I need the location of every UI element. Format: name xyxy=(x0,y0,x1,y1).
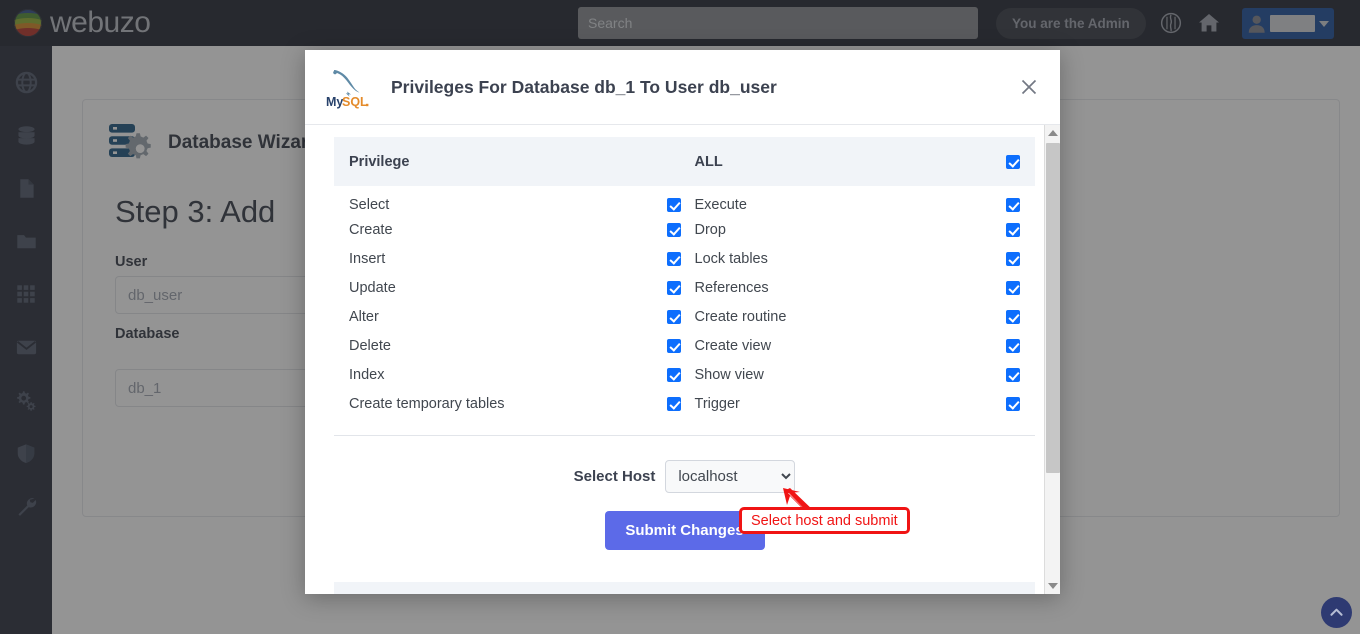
privilege-label-right: Create view xyxy=(695,331,975,360)
privileges-modal: My SQL Privileges For Database db_1 To U… xyxy=(305,50,1060,594)
privilege-label-left: Select xyxy=(334,186,654,215)
privilege-checkbox-left[interactable] xyxy=(667,281,681,295)
divider xyxy=(334,435,1035,436)
scrollbar-thumb[interactable] xyxy=(1046,143,1060,473)
privilege-checkbox-left[interactable] xyxy=(667,368,681,382)
privilege-checkbox-right-cell xyxy=(975,302,1035,331)
privilege-checkbox-right[interactable] xyxy=(1006,281,1020,295)
col-options: Options xyxy=(965,593,1020,594)
table-row: Create temporary tables Trigger xyxy=(334,389,1035,418)
host-select[interactable]: localhost xyxy=(665,460,795,493)
privilege-label-left: Create temporary tables xyxy=(334,389,654,418)
privilege-checkbox-right-cell xyxy=(975,244,1035,273)
mysql-dolphin-logo: My SQL xyxy=(325,64,373,110)
scroll-to-top-button[interactable] xyxy=(1321,597,1352,628)
privilege-checkbox-left-cell xyxy=(654,273,694,302)
privilege-label-right: Drop xyxy=(695,215,975,244)
close-icon[interactable] xyxy=(1016,74,1042,100)
modal-scrollbar[interactable] xyxy=(1044,125,1060,594)
privilege-label-right: Show view xyxy=(695,360,975,389)
privilege-checkbox-right[interactable] xyxy=(1006,223,1020,237)
chevron-up-icon xyxy=(1329,605,1344,620)
modal-title: Privileges For Database db_1 To User db_… xyxy=(391,77,777,98)
privilege-checkbox-right[interactable] xyxy=(1006,339,1020,353)
privilege-checkbox-left[interactable] xyxy=(667,339,681,353)
table-row: Select Execute xyxy=(334,186,1035,215)
table-row: Insert Lock tables xyxy=(334,244,1035,273)
privilege-checkbox-right[interactable] xyxy=(1006,397,1020,411)
privilege-checkbox-left[interactable] xyxy=(667,252,681,266)
privilege-checkbox-right-cell xyxy=(975,186,1035,215)
table-row: Update References xyxy=(334,273,1035,302)
col-spacer xyxy=(654,137,694,186)
privilege-checkbox-right-cell xyxy=(975,389,1035,418)
col-privilege: Privilege xyxy=(334,137,654,186)
privilege-checkbox-right-cell xyxy=(975,360,1035,389)
privilege-checkbox-left-cell xyxy=(654,244,694,273)
privilege-checkbox-left[interactable] xyxy=(667,198,681,212)
privilege-label-left: Alter xyxy=(334,302,654,331)
privilege-checkbox-left-cell xyxy=(654,389,694,418)
modal-header: My SQL Privileges For Database db_1 To U… xyxy=(305,50,1060,125)
annotation-callout: Select host and submit xyxy=(739,507,910,534)
privilege-checkbox-right[interactable] xyxy=(1006,252,1020,266)
privilege-label-right: References xyxy=(695,273,975,302)
privilege-checkbox-left-cell xyxy=(654,331,694,360)
svg-text:My: My xyxy=(326,95,343,109)
table-row: Create Drop xyxy=(334,215,1035,244)
table-row: Index Show view xyxy=(334,360,1035,389)
privilege-label-right: Create routine xyxy=(695,302,975,331)
select-host-label: Select Host xyxy=(574,468,656,485)
privilege-label-right: Trigger xyxy=(695,389,975,418)
privilege-label-left: Create xyxy=(334,215,654,244)
privilege-checkbox-right-cell xyxy=(975,273,1035,302)
modal-body: Privilege ALL SelectExecuteCreateDropIns… xyxy=(305,125,1060,594)
access-host-table-header: Access Host Options xyxy=(334,582,1035,594)
privilege-checkbox-left-cell xyxy=(654,215,694,244)
privilege-checkbox-left[interactable] xyxy=(667,397,681,411)
table-header-row: Privilege ALL xyxy=(334,137,1035,186)
scroll-up-arrow-icon[interactable] xyxy=(1045,125,1060,141)
submit-row: Submit Changes xyxy=(334,511,1035,550)
scroll-down-arrow-icon[interactable] xyxy=(1045,578,1060,594)
privilege-checkbox-right[interactable] xyxy=(1006,368,1020,382)
host-selection-row: Select Host localhost xyxy=(334,460,1035,493)
privilege-checkbox-right-cell xyxy=(975,331,1035,360)
privileges-table: Privilege ALL SelectExecuteCreateDropIns… xyxy=(334,137,1035,418)
privilege-checkbox-left-cell xyxy=(654,360,694,389)
app-root: webuzo You are the Admin xyxy=(0,0,1360,634)
col-all: ALL xyxy=(695,137,975,186)
privilege-label-left: Insert xyxy=(334,244,654,273)
privilege-checkbox-right[interactable] xyxy=(1006,310,1020,324)
privilege-label-right: Execute xyxy=(695,186,975,215)
table-row: Alter Create routine xyxy=(334,302,1035,331)
col-all-checkbox xyxy=(975,137,1035,186)
privilege-label-left: Delete xyxy=(334,331,654,360)
privilege-checkbox-right-cell xyxy=(975,215,1035,244)
privilege-label-right: Lock tables xyxy=(695,244,975,273)
privilege-checkbox-left-cell xyxy=(654,302,694,331)
privilege-label-left: Index xyxy=(334,360,654,389)
privilege-checkbox-right[interactable] xyxy=(1006,198,1020,212)
svg-text:SQL: SQL xyxy=(342,95,368,109)
privilege-label-left: Update xyxy=(334,273,654,302)
select-all-checkbox[interactable] xyxy=(1006,155,1020,169)
privilege-checkbox-left[interactable] xyxy=(667,223,681,237)
privilege-checkbox-left[interactable] xyxy=(667,310,681,324)
table-row: Delete Create view xyxy=(334,331,1035,360)
privilege-checkbox-left-cell xyxy=(654,186,694,215)
col-access-host: Access Host xyxy=(349,593,436,594)
